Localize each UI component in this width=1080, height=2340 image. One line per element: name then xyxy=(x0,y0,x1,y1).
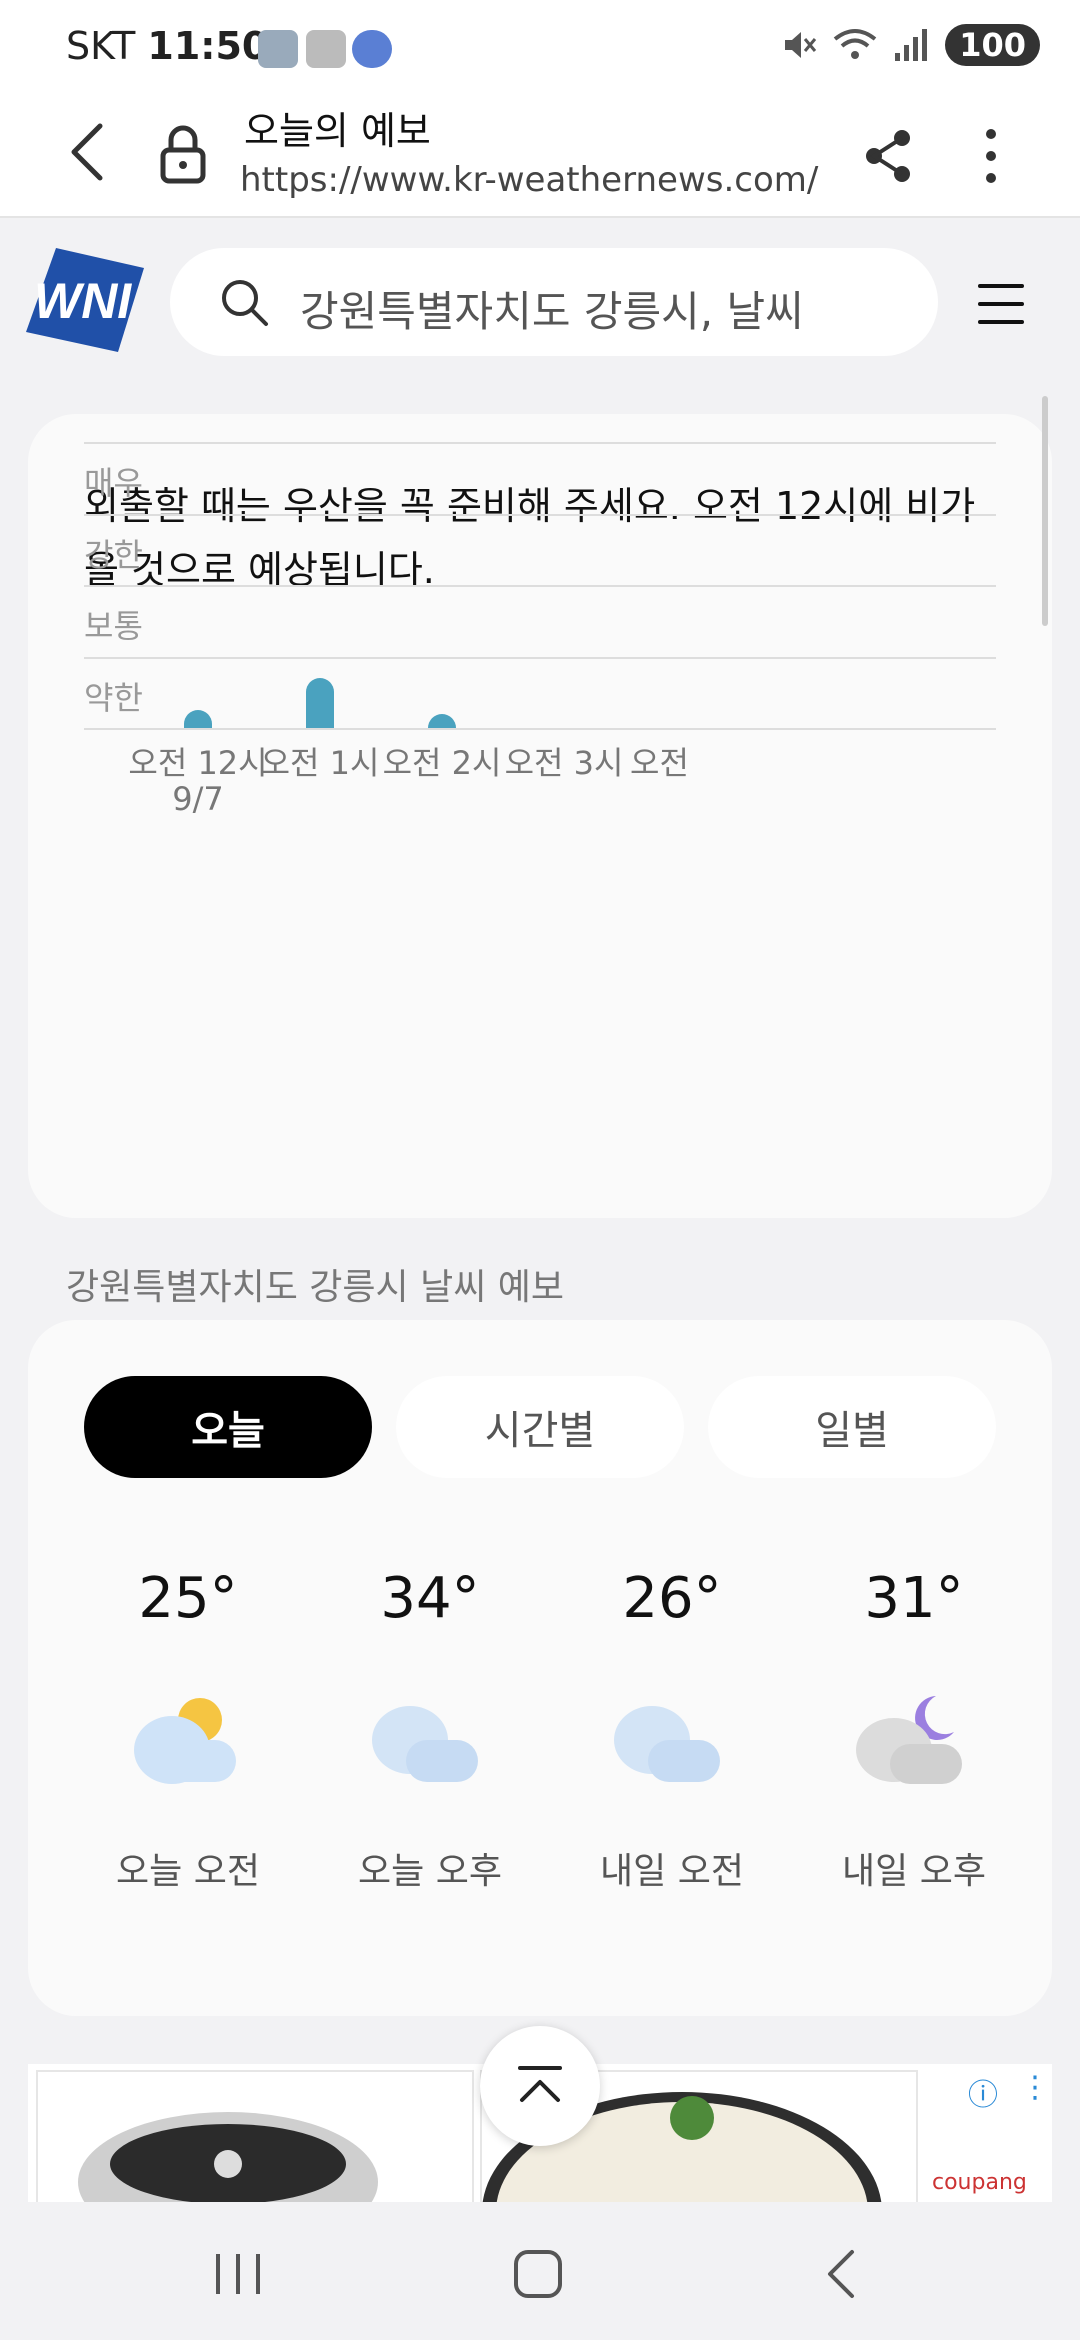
chart-x-tick: 오전 2시 xyxy=(382,744,502,782)
home-icon[interactable] xyxy=(514,2250,562,2298)
period-label: 오늘 오후 xyxy=(358,1851,502,1892)
notification-app-icon xyxy=(258,30,298,68)
share-icon[interactable] xyxy=(862,128,914,184)
carrier-time: SKT 11:50 xyxy=(66,24,268,68)
chart-bar xyxy=(184,710,212,728)
ad-options-icon[interactable]: ⋮ xyxy=(1020,2070,1050,2105)
precipitation-card: 외출할 때는 우산을 꼭 준비해 주세요. 오전 12시에 비가 올 것으로 예… xyxy=(28,414,1052,1218)
chart-x-tick: 오전 xyxy=(630,744,689,782)
period-temperature: 31° xyxy=(864,1566,964,1631)
tab-daily[interactable]: 일별 xyxy=(708,1376,996,1478)
carrier-label: SKT xyxy=(66,24,136,68)
chart-gridline xyxy=(84,442,996,444)
chart-x-tick: 오전 12시 xyxy=(128,744,268,782)
browser-toolbar: 오늘의 예보 https://www.kr-weathernews.com/r xyxy=(0,90,1080,218)
more-options-icon[interactable] xyxy=(976,126,1006,186)
chart-y-label: 보통 xyxy=(84,607,143,645)
chart-x-tick: 오전 3시 xyxy=(504,744,624,782)
menu-icon[interactable] xyxy=(978,284,1024,324)
mute-icon xyxy=(785,32,817,58)
url-field[interactable]: https://www.kr-weathernews.com/r xyxy=(240,160,820,200)
period-label: 오늘 오전 xyxy=(116,1851,260,1892)
system-back-icon[interactable] xyxy=(826,2248,856,2300)
ad-product-image[interactable] xyxy=(36,2070,474,2204)
chevron-up-icon xyxy=(518,2066,562,2102)
ad-brand: coupang xyxy=(932,2170,1027,2195)
period-label: 내일 오후 xyxy=(842,1851,986,1892)
chart-gridline xyxy=(84,585,996,587)
period-label: 내일 오전 xyxy=(600,1851,744,1892)
search-input[interactable]: 강원특별자치도 강릉시, 날씨 xyxy=(300,278,804,339)
clock: 11:50 xyxy=(147,24,269,68)
chart-bar xyxy=(306,677,334,728)
page-title[interactable]: 오늘의 예보 xyxy=(244,100,431,155)
battery-indicator: 100 xyxy=(945,24,1040,66)
partly-cloudy-day-icon xyxy=(134,1698,236,1784)
site-logo[interactable]: WNI xyxy=(26,248,144,352)
wifi-icon xyxy=(833,29,877,59)
chart-y-label: 강한 xyxy=(84,535,143,574)
ad-info-icon[interactable]: ⓘ xyxy=(968,2070,998,2114)
signal-icon xyxy=(895,29,928,61)
system-navigation-bar xyxy=(0,2202,1080,2340)
site-header: WNI 강원특별자치도 강릉시, 날씨 xyxy=(0,218,1080,368)
rain-advisory-text: 외출할 때는 우산을 꼭 준비해 주세요. 오전 12시에 비가 올 것으로 예… xyxy=(84,484,976,592)
scrollbar[interactable] xyxy=(1042,396,1048,626)
chart-y-label: 약한 xyxy=(84,678,143,717)
forecast-section-title: 강원특별자치도 강릉시 날씨 예보 xyxy=(66,1267,565,1308)
tab-today[interactable]: 오늘 xyxy=(84,1376,372,1478)
menu-line xyxy=(978,320,1024,324)
cloudy-icon xyxy=(372,1706,478,1782)
status-bar: SKT 11:50 100 xyxy=(0,0,1080,90)
menu-line xyxy=(978,284,1024,288)
menu-line xyxy=(978,302,1024,306)
logo-text: WNI xyxy=(34,273,132,329)
search-icon xyxy=(222,280,268,326)
chart-gridline xyxy=(84,513,996,516)
period-temperature: 25° xyxy=(138,1566,238,1631)
chart-bar xyxy=(428,713,456,728)
chart-gridline xyxy=(84,728,996,730)
chart-y-label: 매우 xyxy=(84,464,143,502)
tab-hourly[interactable]: 시간별 xyxy=(396,1376,684,1478)
recent-apps-icon[interactable] xyxy=(214,2252,262,2296)
status-icons: 100 xyxy=(781,24,1040,66)
period-temperature: 26° xyxy=(622,1566,722,1631)
chart-gridline xyxy=(84,656,996,659)
location-search-bar[interactable]: 강원특별자치도 강릉시, 날씨 xyxy=(170,248,938,356)
cloudy-night-icon xyxy=(856,1696,962,1784)
notification-app-icon xyxy=(352,30,392,68)
chart-x-tick: 오전 1시 xyxy=(260,744,380,782)
forecast-card: 오늘 시간별 일별 25° 34° 26° 31° 오늘 오전 오늘 오후 내일… xyxy=(28,1320,1052,2016)
notification-app-icon xyxy=(306,30,346,68)
lock-icon[interactable] xyxy=(160,124,206,184)
cloudy-icon xyxy=(614,1706,720,1782)
period-temperature: 34° xyxy=(380,1566,480,1631)
chart-x-date: 9/7 xyxy=(172,780,224,818)
back-icon[interactable] xyxy=(62,120,112,184)
scroll-to-top-button[interactable] xyxy=(480,2026,600,2146)
